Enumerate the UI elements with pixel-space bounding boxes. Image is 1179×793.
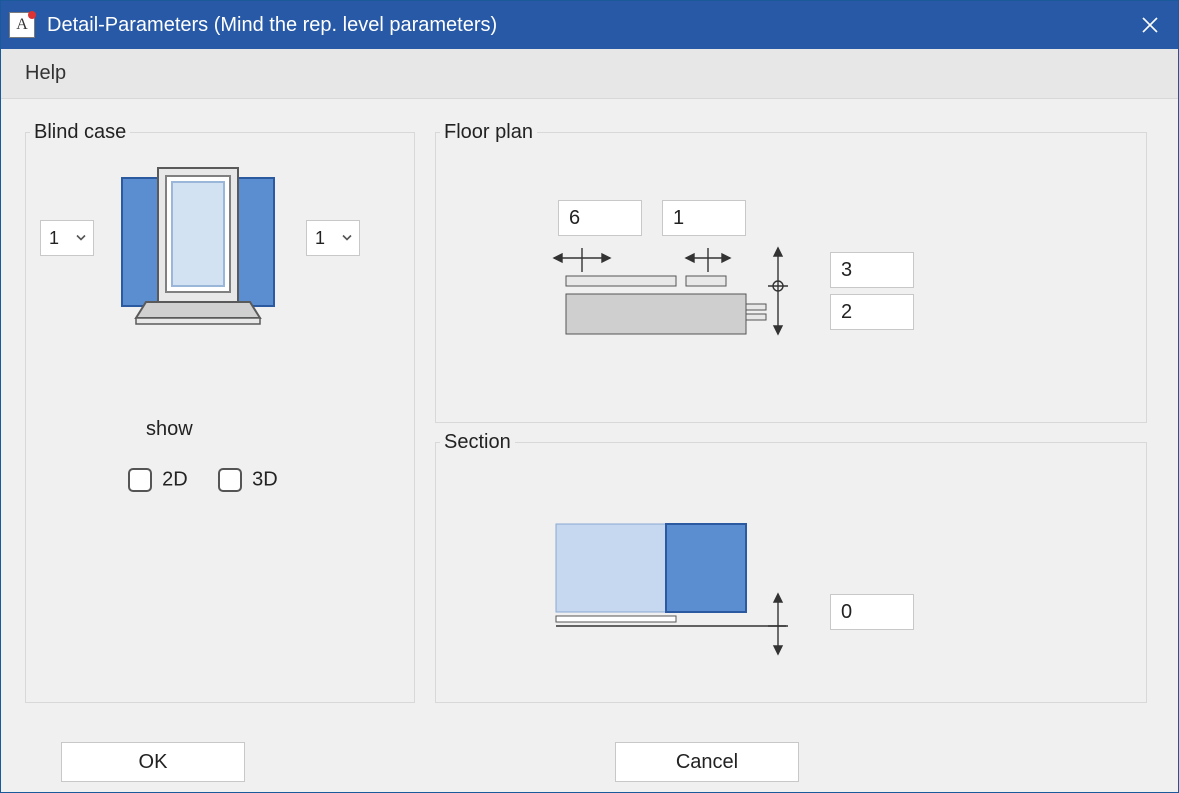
floor-val-b-value: 1 (673, 207, 684, 230)
floor-val-c-value: 3 (841, 259, 852, 282)
group-blind-case-legend: Blind case (30, 121, 130, 144)
close-icon (1142, 17, 1158, 33)
group-floor-plan: Floor plan 6 1 3 2 (435, 121, 1147, 423)
section-val-input[interactable]: 0 (830, 594, 914, 630)
floor-plan-illustration-icon (546, 244, 816, 364)
window-illustration-icon (108, 160, 288, 330)
cancel-button[interactable]: Cancel (615, 742, 799, 782)
blind-left-select[interactable]: 1 (40, 220, 94, 256)
group-section-legend: Section (440, 431, 515, 454)
blind-right-select[interactable]: 1 (306, 220, 360, 256)
cancel-button-label: Cancel (676, 751, 738, 774)
group-floor-plan-legend: Floor plan (440, 121, 537, 144)
floor-val-a-input[interactable]: 6 (558, 200, 642, 236)
menu-help[interactable]: Help (25, 62, 66, 85)
ok-button[interactable]: OK (61, 742, 245, 782)
checkbox-3d-wrapper[interactable]: 3D (218, 468, 278, 492)
group-section: Section 0 (435, 431, 1147, 703)
dialog-window: A Detail-Parameters (Mind the rep. level… (0, 0, 1179, 793)
show-label: show (146, 418, 193, 441)
close-button[interactable] (1122, 1, 1178, 49)
window-title: Detail-Parameters (Mind the rep. level p… (47, 14, 1122, 37)
section-val-value: 0 (841, 601, 852, 624)
checkbox-3d[interactable] (218, 468, 242, 492)
menubar: Help (1, 49, 1178, 99)
chevron-down-icon (75, 228, 87, 249)
titlebar: A Detail-Parameters (Mind the rep. level… (1, 1, 1178, 49)
button-row: OK Cancel (1, 742, 1178, 782)
checkbox-3d-label: 3D (252, 469, 278, 491)
floor-val-a-value: 6 (569, 207, 580, 230)
floor-val-c-input[interactable]: 3 (830, 252, 914, 288)
app-icon: A (9, 12, 35, 38)
checkbox-2d-label: 2D (162, 469, 188, 491)
section-illustration-icon (546, 514, 816, 664)
floor-val-d-value: 2 (841, 301, 852, 324)
dialog-content: Blind case 1 1 (1, 99, 1178, 792)
floor-val-b-input[interactable]: 1 (662, 200, 746, 236)
checkbox-2d[interactable] (128, 468, 152, 492)
blind-right-select-value: 1 (315, 228, 325, 249)
blind-left-select-value: 1 (49, 228, 59, 249)
ok-button-label: OK (139, 751, 168, 774)
group-blind-case: Blind case 1 1 (25, 121, 415, 703)
floor-val-d-input[interactable]: 2 (830, 294, 914, 330)
chevron-down-icon (341, 228, 353, 249)
checkbox-2d-wrapper[interactable]: 2D (128, 468, 188, 492)
